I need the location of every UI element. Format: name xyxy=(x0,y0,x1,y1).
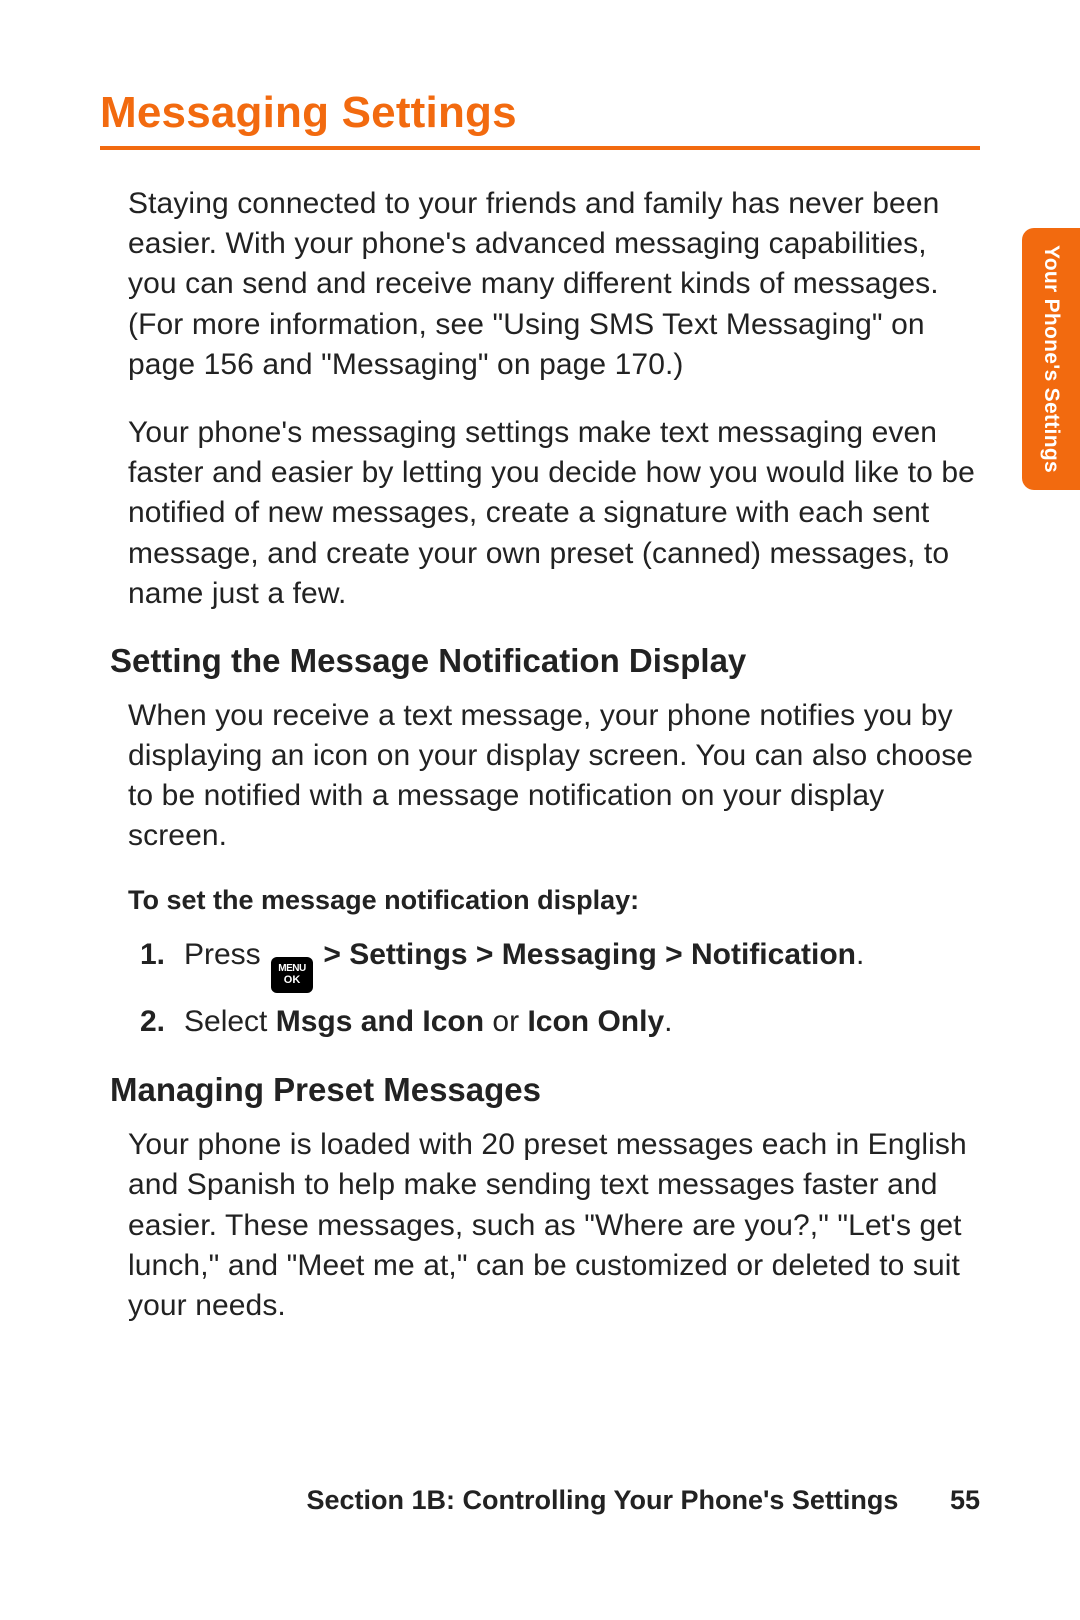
intro-paragraph-2: Your phone's messaging settings make tex… xyxy=(128,413,980,614)
step-2: 2. Select Msgs and Icon or Icon Only. xyxy=(184,999,980,1046)
step-number: 2. xyxy=(140,999,165,1046)
section-tab-label: Your Phone's Settings xyxy=(1039,245,1063,473)
page-content: Messaging Settings Staying connected to … xyxy=(0,0,1080,1326)
page-title: Messaging Settings xyxy=(100,88,980,150)
subheading-preset-messages: Managing Preset Messages xyxy=(110,1071,980,1109)
page-footer: Section 1B: Controlling Your Phone's Set… xyxy=(306,1485,980,1516)
step-nav-path: > Settings > Messaging > Notification xyxy=(323,938,856,971)
section-tab: Your Phone's Settings xyxy=(1022,228,1080,490)
preset-messages-body: Your phone is loaded with 20 preset mess… xyxy=(128,1125,980,1326)
step-dot: . xyxy=(856,938,864,971)
steps-list: 1. Press MENU OK > Settings > Messaging … xyxy=(184,932,980,1046)
intro-paragraph-1: Staying connected to your friends and fa… xyxy=(128,184,980,385)
step-dot: . xyxy=(664,1005,672,1038)
option-msgs-and-icon: Msgs and Icon xyxy=(276,1005,484,1038)
notification-display-body: When you receive a text message, your ph… xyxy=(128,696,980,857)
footer-page-number: 55 xyxy=(950,1485,980,1515)
steps-heading: To set the message notification display: xyxy=(128,885,980,916)
step-text-press: Press xyxy=(184,938,269,971)
option-icon-only: Icon Only xyxy=(527,1005,664,1038)
step-number: 1. xyxy=(140,932,165,979)
icon-line-2: OK xyxy=(284,975,301,986)
step-1: 1. Press MENU OK > Settings > Messaging … xyxy=(184,932,980,993)
step-text-select: Select xyxy=(184,1005,276,1038)
footer-section-label: Section 1B: Controlling Your Phone's Set… xyxy=(306,1485,898,1515)
menu-ok-icon: MENU OK xyxy=(271,957,313,993)
subheading-notification-display: Setting the Message Notification Display xyxy=(110,642,980,680)
icon-line-1: MENU xyxy=(278,964,305,974)
step-text-or: or xyxy=(484,1005,527,1038)
